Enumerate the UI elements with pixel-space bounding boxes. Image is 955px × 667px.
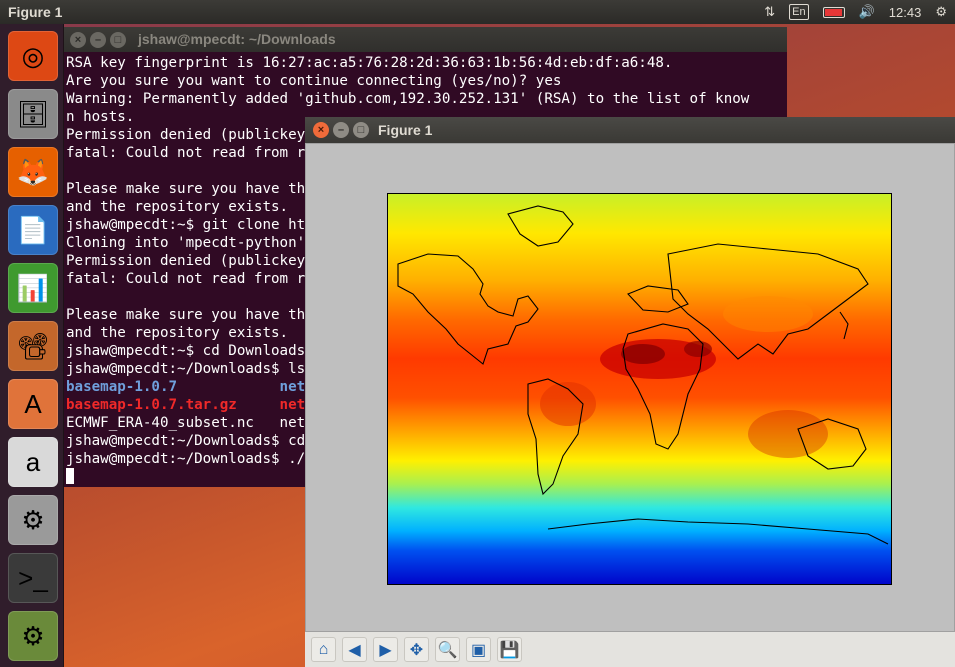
libreoffice-impress-icon: 📽 [16, 330, 50, 361]
launcher-libreoffice-writer[interactable]: 📄 [8, 205, 58, 255]
pan-icon: ✥ [409, 641, 424, 659]
temperature-map-plot[interactable] [387, 193, 892, 585]
save-button[interactable]: 💾 [497, 637, 522, 662]
battery-icon[interactable] [822, 6, 845, 18]
minimize-icon[interactable]: – [333, 122, 349, 138]
files-icon: 🗄 [16, 98, 50, 129]
figure-title: Figure 1 [378, 122, 433, 138]
volume-icon[interactable]: 🔊 [859, 4, 875, 20]
launcher-ubuntu-dash[interactable]: ◎ [8, 31, 58, 81]
listing-entry: basemap-1.0.7 [66, 379, 280, 395]
system-settings-icon: ⚙ [21, 504, 45, 535]
pan-button[interactable]: ✥ [404, 637, 429, 662]
amazon-icon: a [25, 446, 41, 477]
clock[interactable]: 12:43 [889, 5, 922, 20]
indicator-area: ⇅ En 🔊 12:43 ⚙ [764, 0, 955, 24]
launcher-software-center[interactable]: A [8, 379, 58, 429]
software-center-icon: A [24, 388, 42, 419]
terminal-cursor [66, 468, 74, 484]
launcher-files[interactable]: 🗄 [8, 89, 58, 139]
maximize-icon[interactable]: □ [110, 32, 126, 48]
firefox-icon: 🦊 [16, 156, 50, 187]
minimize-icon[interactable]: – [90, 32, 106, 48]
figure-titlebar[interactable]: × – □ Figure 1 [305, 117, 955, 143]
launcher-libreoffice-calc[interactable]: 📊 [8, 263, 58, 313]
launcher-amazon[interactable]: a [8, 437, 58, 487]
ubuntu-dash-icon: ◎ [21, 40, 45, 71]
listing-entry: basemap-1.0.7.tar.gz [66, 397, 280, 413]
python-figure-icon: ⚙ [21, 620, 45, 651]
libreoffice-calc-icon: 📊 [16, 272, 50, 303]
zoom-button[interactable]: 🔍 [435, 637, 460, 662]
figure-canvas[interactable] [305, 143, 955, 632]
active-window-title: Figure 1 [8, 4, 63, 20]
home-button[interactable]: ⌂ [311, 637, 336, 662]
terminal-line: Warning: Permanently added 'github.com,1… [66, 91, 750, 107]
temperature-map [388, 194, 891, 584]
back-icon: ◀ [348, 641, 361, 659]
terminal-title: jshaw@mpecdt: ~/Downloads [138, 31, 336, 47]
subplots-icon: ▣ [470, 641, 487, 659]
terminal-icon: >_ [18, 562, 48, 593]
forward-icon: ▶ [379, 641, 392, 659]
terminal-titlebar[interactable]: × – □ jshaw@mpecdt: ~/Downloads [64, 27, 787, 52]
libreoffice-writer-icon: 📄 [16, 214, 50, 245]
maximize-icon[interactable]: □ [353, 122, 369, 138]
back-button[interactable]: ◀ [342, 637, 367, 662]
terminal-line: Are you sure you want to continue connec… [66, 73, 562, 89]
terminal-line: RSA key fingerprint is 16:27:ac:a5:76:28… [66, 55, 673, 71]
keyboard-layout-indicator[interactable]: En [789, 4, 809, 20]
launcher-firefox[interactable]: 🦊 [8, 147, 58, 197]
launcher-terminal[interactable]: >_ [8, 553, 58, 603]
close-icon[interactable]: × [70, 32, 86, 48]
launcher-python-figure[interactable]: ⚙ [8, 611, 58, 661]
launcher: ◎ 🗄 🦊 📄 📊 📽 Aa ⚙ >_ ⚙ [0, 24, 64, 667]
subplots-button[interactable]: ▣ [466, 637, 491, 662]
figure-toolbar: ⌂ ◀ ▶ ✥ 🔍 ▣ 💾 [305, 632, 955, 667]
zoom-icon: 🔍 [437, 641, 458, 659]
figure-window[interactable]: × – □ Figure 1 ⌂ ◀ ▶ ✥ 🔍 ▣ 💾 [305, 117, 955, 667]
forward-button[interactable]: ▶ [373, 637, 398, 662]
launcher-libreoffice-impress[interactable]: 📽 [8, 321, 58, 371]
network-icon[interactable]: ⇅ [764, 4, 775, 20]
close-icon[interactable]: × [313, 122, 329, 138]
top-panel: Figure 1 ⇅ En 🔊 12:43 ⚙ [0, 0, 955, 24]
gear-icon[interactable]: ⚙ [935, 4, 947, 20]
save-icon: 💾 [499, 641, 520, 659]
launcher-system-settings[interactable]: ⚙ [8, 495, 58, 545]
home-icon: ⌂ [318, 640, 329, 658]
listing-entry: ECMWF_ERA-40_subset.nc [66, 415, 280, 431]
